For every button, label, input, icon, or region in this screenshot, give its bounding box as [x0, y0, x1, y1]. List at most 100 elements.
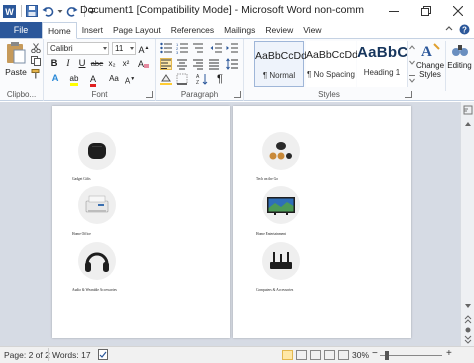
paragraph-dialog-launcher[interactable]: [234, 91, 241, 98]
ruler-toggle-icon[interactable]: [462, 104, 474, 116]
style-normal[interactable]: AaBbCcDd ¶ Normal: [254, 41, 307, 87]
shading-icon[interactable]: [160, 73, 172, 85]
superscript-button[interactable]: x²: [120, 58, 132, 70]
tab-page-layout[interactable]: Page Layout: [108, 22, 166, 38]
decrease-indent-icon[interactable]: [210, 42, 222, 54]
font-group-label: Font: [91, 90, 108, 99]
style-heading-1[interactable]: AaBbC Heading 1: [357, 41, 408, 87]
svg-text:Z: Z: [196, 80, 199, 85]
numbering-icon[interactable]: 123: [176, 42, 188, 55]
title-bar: W Document1 [Compatibility Mode] - Micro…: [0, 0, 474, 22]
align-right-icon[interactable]: [192, 58, 204, 70]
strikethrough-button[interactable]: abe: [89, 58, 105, 70]
web-layout-view-icon[interactable]: [310, 350, 321, 360]
justify-icon[interactable]: [208, 58, 220, 70]
scroll-up-icon[interactable]: [462, 118, 474, 130]
font-size-select[interactable]: 11: [112, 42, 136, 55]
style-no-spacing[interactable]: AaBbCcDd ¶ No Spacing: [306, 41, 358, 87]
styles-dialog-launcher[interactable]: [405, 91, 412, 98]
cut-icon[interactable]: [31, 43, 41, 54]
copy-icon[interactable]: [31, 56, 41, 66]
line-spacing-icon[interactable]: [226, 58, 238, 70]
chevron-down-icon: [103, 47, 107, 50]
zoom-in-button[interactable]: +: [446, 348, 452, 359]
tab-mailings[interactable]: Mailings: [219, 22, 260, 38]
paste-icon: [7, 42, 26, 64]
styles-group-label: Styles: [318, 90, 340, 99]
align-center-icon[interactable]: [176, 58, 188, 70]
draft-view-icon[interactable]: [338, 350, 349, 360]
tab-file[interactable]: File: [0, 22, 42, 38]
grow-font-button[interactable]: A▲: [138, 42, 150, 55]
tab-view[interactable]: View: [298, 22, 326, 38]
font-dialog-launcher[interactable]: [146, 91, 153, 98]
print-layout-view-icon[interactable]: [282, 350, 293, 360]
minimize-icon[interactable]: [378, 0, 410, 22]
font-name-select[interactable]: Calibri: [47, 42, 109, 55]
product-caption: Gadget Gifts: [72, 177, 91, 181]
subscript-button[interactable]: x₂: [106, 58, 118, 70]
earbuds-icon: [269, 142, 292, 160]
multilevel-list-icon[interactable]: [192, 42, 204, 54]
change-styles-button[interactable]: A Change Styles: [416, 41, 444, 91]
styles-gallery-scroll[interactable]: [407, 41, 415, 87]
clipboard-group: Paste Clipbo...: [0, 39, 44, 101]
save-icon[interactable]: [25, 4, 39, 18]
vertical-scrollbar[interactable]: [460, 102, 474, 346]
redo-icon[interactable]: [65, 4, 79, 18]
svg-text:3: 3: [176, 50, 179, 54]
borders-icon[interactable]: [176, 73, 188, 85]
tab-references[interactable]: References: [166, 22, 219, 38]
word-count[interactable]: Words: 17: [52, 350, 91, 360]
tab-insert[interactable]: Insert: [77, 22, 108, 38]
clipboard-group-label: Clipbo...: [6, 90, 37, 99]
italic-button[interactable]: I: [62, 58, 74, 70]
full-screen-reading-view-icon[interactable]: [296, 350, 307, 360]
change-case-button[interactable]: Aa: [106, 73, 122, 85]
increase-indent-icon[interactable]: [226, 42, 238, 54]
page-1[interactable]: Gadget Gifts Home Office Audio & Wearabl…: [52, 106, 230, 338]
close-icon[interactable]: [442, 0, 474, 22]
format-painter-icon[interactable]: [31, 69, 41, 79]
highlight-button[interactable]: ab: [66, 73, 82, 86]
zoom-slider-thumb[interactable]: [384, 351, 389, 360]
document-area[interactable]: Gadget Gifts Home Office Audio & Wearabl…: [0, 102, 460, 346]
undo-icon[interactable]: [41, 4, 55, 18]
editing-button[interactable]: Editing: [445, 41, 473, 91]
tab-review[interactable]: Review: [260, 22, 298, 38]
align-left-icon[interactable]: [160, 58, 172, 70]
font-color-button[interactable]: A: [86, 73, 100, 87]
sort-icon[interactable]: AZ: [196, 73, 208, 86]
shrink-font-button[interactable]: A▼: [124, 73, 136, 86]
router-icon: [270, 252, 292, 269]
tab-home[interactable]: Home: [42, 22, 77, 39]
window-title: Document1 [Compatibility Mode] - Microso…: [80, 4, 364, 16]
restore-icon[interactable]: [410, 0, 442, 22]
outline-view-icon[interactable]: [324, 350, 335, 360]
collapse-ribbon-icon[interactable]: [445, 25, 453, 35]
tv-icon: [267, 197, 295, 215]
underline-button[interactable]: U: [76, 58, 88, 70]
text-effects-button[interactable]: A: [48, 73, 62, 85]
proofing-icon[interactable]: [98, 349, 110, 362]
show-formatting-button[interactable]: ¶: [214, 73, 226, 85]
page-2[interactable]: Tech on the Go Home Entertainment Comput…: [233, 106, 411, 338]
page-count[interactable]: Page: 2 of 2: [4, 350, 50, 360]
bold-button[interactable]: B: [48, 58, 60, 70]
clear-formatting-icon: A: [138, 59, 149, 69]
svg-text:?: ?: [462, 25, 467, 34]
scroll-down-icon[interactable]: [462, 300, 474, 312]
bullets-icon[interactable]: [160, 42, 172, 54]
qat-divider: [21, 5, 22, 17]
zoom-slider-track[interactable]: [380, 355, 442, 356]
help-icon[interactable]: ?: [459, 24, 470, 37]
undo-dropdown-icon[interactable]: [57, 4, 63, 18]
zoom-out-button[interactable]: −: [372, 348, 378, 359]
paragraph-group-label: Paragraph: [180, 90, 219, 99]
clear-formatting-button[interactable]: A: [138, 58, 150, 70]
zoom-level[interactable]: 30%: [352, 350, 369, 360]
word-app-icon[interactable]: W: [2, 4, 16, 18]
binoculars-icon: [451, 45, 468, 56]
paste-button[interactable]: Paste: [3, 41, 29, 87]
next-page-icon[interactable]: [462, 333, 474, 345]
